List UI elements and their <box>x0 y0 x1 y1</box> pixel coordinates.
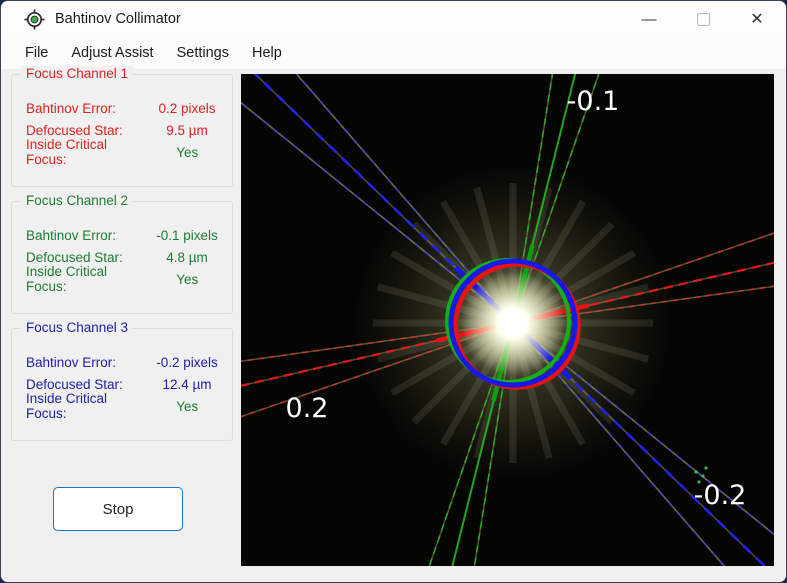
error-label-green: -0.1 <box>567 86 620 117</box>
row-label: Bahtinov Error: <box>26 101 116 116</box>
row-label: Bahtinov Error: <box>26 355 116 370</box>
row-label: Bahtinov Error: <box>26 228 116 243</box>
app-window: Bahtinov Collimator — ✕ File Adjust Assi… <box>0 0 787 583</box>
focus-channel-3-panel: Focus Channel 3 Bahtinov Error: -0.2 pix… <box>11 328 233 441</box>
row-label: Defocused Star: <box>26 250 123 265</box>
client-area: Focus Channel 1 Bahtinov Error: 0.2 pixe… <box>1 69 786 582</box>
menu-file[interactable]: File <box>14 41 59 65</box>
bahtinov-error-row: Bahtinov Error: 0.2 pixels <box>12 97 232 119</box>
inside-critical-focus-row: Inside Critical Focus: Yes <box>12 395 232 417</box>
error-label-red: 0.2 <box>286 393 329 424</box>
panel-title: Focus Channel 2 <box>21 193 133 208</box>
row-value: Yes <box>150 399 224 414</box>
focus-channel-2-panel: Focus Channel 2 Bahtinov Error: -0.1 pix… <box>11 201 233 314</box>
inside-critical-focus-row: Inside Critical Focus: Yes <box>12 141 232 163</box>
maximize-icon <box>697 13 710 26</box>
panel-title: Focus Channel 1 <box>21 66 133 81</box>
row-label: Defocused Star: <box>26 123 123 138</box>
row-value: 0.2 pixels <box>150 101 224 116</box>
menu-adjust-assist[interactable]: Adjust Assist <box>60 41 164 65</box>
minimize-button[interactable]: — <box>626 1 672 37</box>
row-value: 9.5 µm <box>150 123 224 138</box>
collimator-app-icon <box>24 9 45 30</box>
row-label: Defocused Star: <box>26 377 123 392</box>
bahtinov-error-row: Bahtinov Error: -0.2 pixels <box>12 351 232 373</box>
maximize-button[interactable] <box>680 1 726 37</box>
star-image-view: -0.1 0.2 -0.2 <box>241 74 774 566</box>
bahtinov-error-row: Bahtinov Error: -0.1 pixels <box>12 224 232 246</box>
row-label: Inside Critical Focus: <box>26 391 150 421</box>
focus-channel-1-panel: Focus Channel 1 Bahtinov Error: 0.2 pixe… <box>11 74 233 187</box>
error-label-blue: -0.2 <box>694 480 747 511</box>
row-value: -0.1 pixels <box>150 228 224 243</box>
title-bar: Bahtinov Collimator — ✕ <box>1 1 786 37</box>
panel-title: Focus Channel 3 <box>21 320 133 335</box>
bahtinov-pattern: -0.1 0.2 -0.2 <box>241 74 774 566</box>
row-value: Yes <box>150 272 224 287</box>
close-button[interactable]: ✕ <box>734 1 780 37</box>
row-value: 12.4 µm <box>150 377 224 392</box>
row-label: Inside Critical Focus: <box>26 264 150 294</box>
star-core <box>499 309 527 337</box>
row-value: Yes <box>150 145 224 160</box>
menu-settings[interactable]: Settings <box>166 41 240 65</box>
row-value: 4.8 µm <box>150 250 224 265</box>
menu-bar: File Adjust Assist Settings Help <box>1 37 786 69</box>
menu-help[interactable]: Help <box>241 41 293 65</box>
inside-critical-focus-row: Inside Critical Focus: Yes <box>12 268 232 290</box>
window-title: Bahtinov Collimator <box>55 11 181 27</box>
stop-button[interactable]: Stop <box>53 487 183 531</box>
row-value: -0.2 pixels <box>150 355 224 370</box>
row-label: Inside Critical Focus: <box>26 137 150 167</box>
